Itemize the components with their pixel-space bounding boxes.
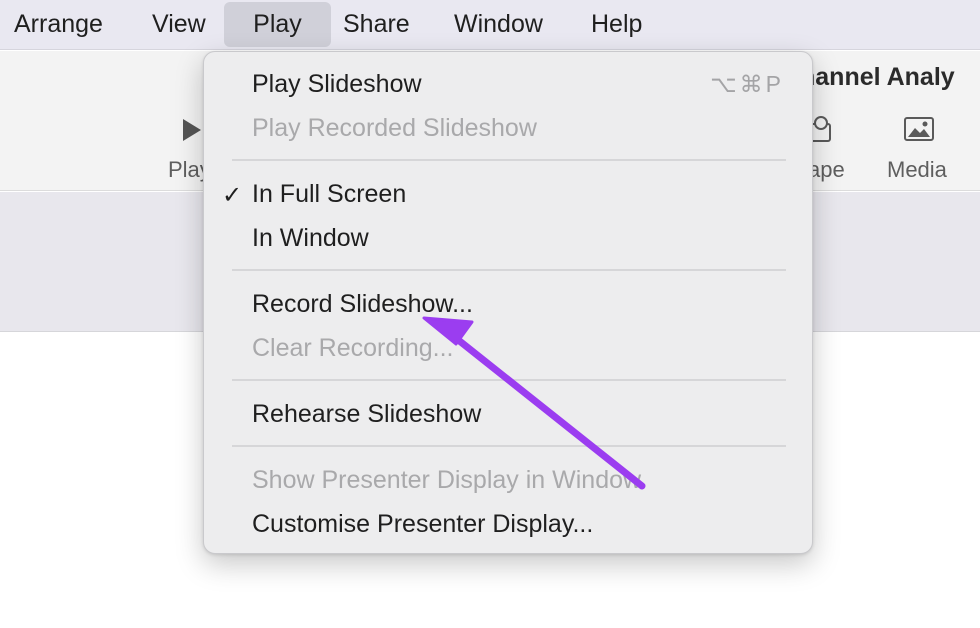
menu-item-play-slideshow[interactable]: Play Slideshow (252, 70, 422, 99)
menu-item-record-slideshow[interactable]: Record Slideshow... (252, 290, 473, 319)
menu-item-show-presenter-display: Show Presenter Display in Window (252, 466, 642, 494)
menu-separator (232, 379, 786, 381)
play-menu-dropdown: Play Slideshow ⌥⌘P Play Recorded Slidesh… (203, 51, 813, 554)
menu-item-clear-recording: Clear Recording... (252, 334, 454, 362)
shape-toolbar-label[interactable]: ape (808, 157, 845, 183)
menu-separator (232, 269, 786, 271)
menu-item-play-recorded-slideshow: Play Recorded Slideshow (252, 114, 537, 142)
menu-separator (232, 159, 786, 161)
checkmark-icon: ✓ (222, 182, 243, 209)
menu-share[interactable]: Share (343, 0, 410, 48)
menu-play[interactable]: Play (224, 2, 331, 47)
menu-window[interactable]: Window (454, 0, 543, 48)
menu-item-customise-presenter-display[interactable]: Customise Presenter Display... (252, 510, 593, 539)
menu-bar: Arrange View Play Share Window Help (0, 0, 980, 50)
menu-item-in-window[interactable]: In Window (252, 224, 369, 253)
menu-view[interactable]: View (152, 0, 206, 48)
play-icon[interactable] (181, 117, 203, 143)
media-toolbar-label[interactable]: Media (887, 157, 947, 183)
menu-arrange[interactable]: Arrange (14, 0, 103, 48)
menu-help[interactable]: Help (591, 0, 642, 48)
menu-item-in-full-screen[interactable]: In Full Screen (252, 180, 406, 209)
media-icon[interactable] (903, 115, 935, 143)
play-slideshow-shortcut: ⌥⌘P (710, 71, 784, 97)
menu-item-rehearse-slideshow[interactable]: Rehearse Slideshow (252, 400, 481, 429)
document-title: hannel Analy (800, 63, 955, 91)
menu-separator (232, 445, 786, 447)
